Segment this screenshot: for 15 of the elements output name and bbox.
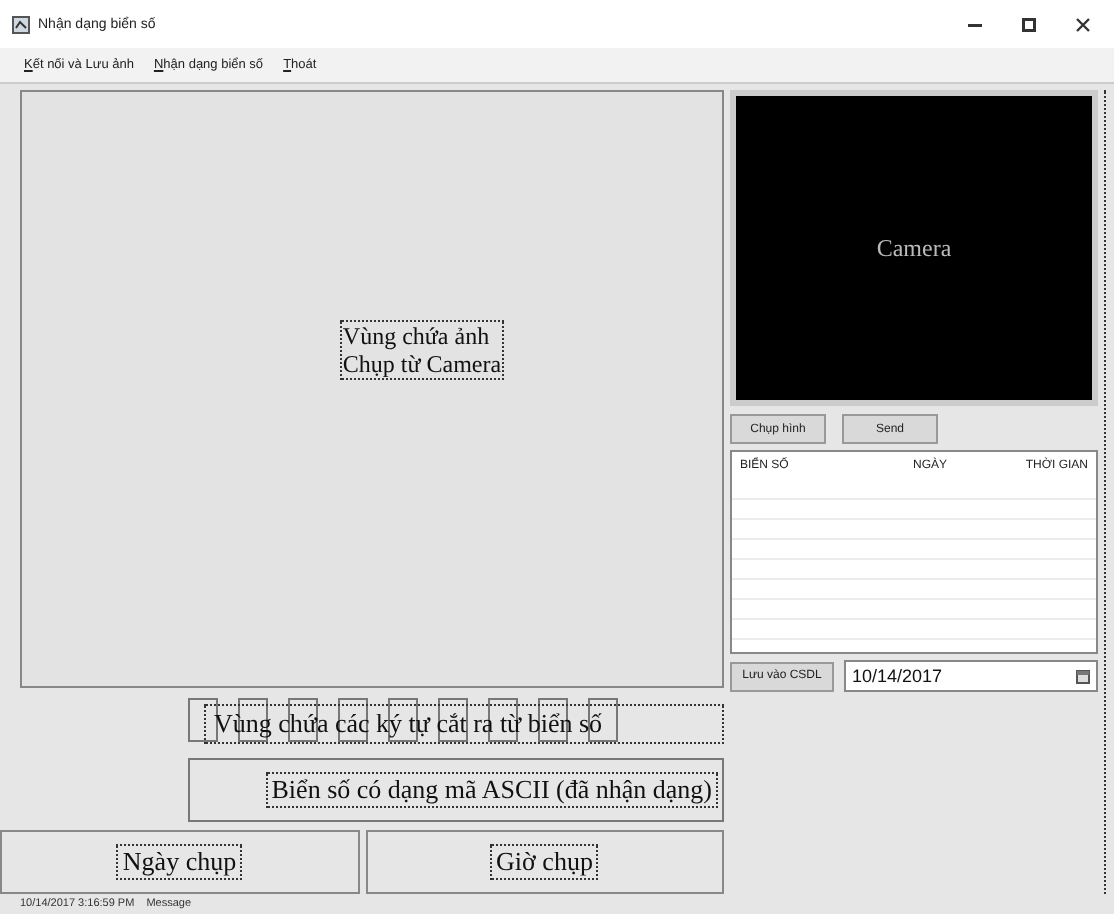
date-label: Ngày chụp: [116, 844, 243, 881]
calendar-icon: [1076, 669, 1090, 683]
app-icon: [12, 15, 30, 33]
image-area-label: Chụp từ Camera: [342, 349, 502, 378]
date-picker[interactable]: 10/14/2017: [844, 660, 1098, 692]
character-slot: [338, 698, 368, 743]
characters-label: Vùng chứa các ký tự cắt ra từ biển số: [204, 704, 724, 745]
camera-label: Camera: [876, 233, 952, 263]
image-area-label: Vùng chứa ảnh: [342, 321, 492, 350]
time-label: Giờ chụp: [490, 844, 599, 881]
plate-text-label: Biển số có dạng mã ASCII (đã nhận dạng): [265, 772, 718, 809]
character-slot: [188, 698, 218, 743]
close-icon: [1076, 17, 1090, 31]
maximize-icon: [1022, 17, 1036, 31]
character-slot: [438, 698, 468, 743]
